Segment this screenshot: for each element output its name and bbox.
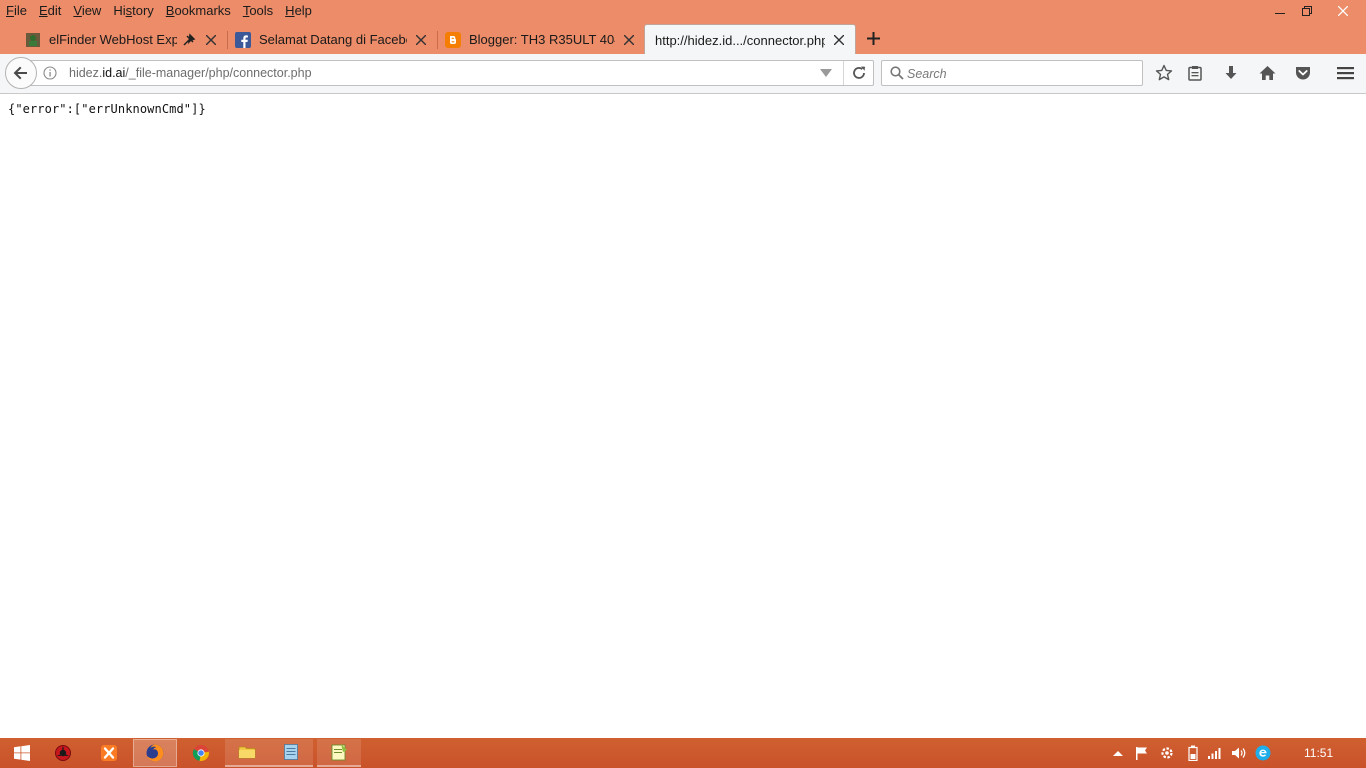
flag-icon [1136, 747, 1147, 760]
battery-icon-glyph [1188, 745, 1198, 761]
downloads-button[interactable] [1219, 62, 1243, 84]
action-center-icon[interactable] [1134, 745, 1150, 761]
firefox-icon [146, 744, 164, 762]
blogger-icon [445, 31, 461, 48]
taskbar-app-notepadplusplus[interactable] [317, 739, 361, 767]
url-bar[interactable]: hidez.id.ai/_file-manager/php/connector.… [22, 60, 874, 86]
minimize-button[interactable] [1266, 0, 1293, 21]
window-controls [1266, 0, 1366, 21]
taskbar-app-chrome[interactable] [179, 739, 223, 767]
back-button[interactable] [5, 57, 37, 89]
hamburger-menu-icon [1336, 67, 1354, 80]
navigation-toolbar: hidez.id.ai/_file-manager/php/connector.… [0, 54, 1366, 94]
clipboard-icon [1188, 66, 1202, 81]
elfinder-icon [25, 32, 41, 48]
show-hidden-icons-button[interactable] [1110, 745, 1126, 761]
home-button[interactable] [1255, 62, 1279, 84]
menu-help[interactable]: Help [279, 1, 318, 21]
page-content: {"error":["errUnknownCmd"]} [0, 95, 1366, 738]
chrome-icon [192, 745, 210, 762]
close-icon [206, 34, 216, 45]
windows-logo-icon [14, 745, 30, 761]
close-tab-button[interactable] [831, 32, 847, 48]
tab-blogger[interactable]: Blogger: TH3 R35ULT 404 ... [437, 25, 645, 54]
tab-facebook[interactable]: Selamat Datang di Facebo... [227, 25, 438, 54]
signal-bars-icon [1208, 748, 1221, 759]
new-tab-button[interactable] [862, 27, 884, 49]
menu-items: File Edit View History Bookmarks Tools H… [0, 0, 318, 21]
close-tab-button[interactable] [413, 32, 429, 48]
site-info-icon[interactable] [43, 66, 57, 80]
tab-elfinder[interactable]: elFinder WebHost Expl... [17, 25, 228, 54]
json-response-text: {"error":["errUnknownCmd"]} [8, 102, 206, 116]
tray-app-e-icon[interactable] [1255, 745, 1271, 761]
windows-taskbar: 11:51 [0, 738, 1366, 768]
close-tab-button[interactable] [203, 32, 219, 48]
taskbar-app-file-explorer[interactable] [225, 739, 269, 767]
start-button[interactable] [0, 739, 44, 767]
menu-edit[interactable]: Edit [33, 1, 67, 21]
download-arrow-icon [1225, 66, 1237, 79]
pocket-button[interactable] [1291, 62, 1315, 84]
tray-sync-icon[interactable] [1159, 745, 1175, 761]
reload-button[interactable] [843, 61, 874, 85]
security-app-icon [55, 745, 71, 761]
search-icon [890, 66, 904, 80]
close-icon [624, 34, 634, 45]
search-bar[interactable] [881, 60, 1143, 86]
star-icon [1155, 64, 1173, 81]
menu-history[interactable]: History [107, 1, 159, 21]
close-window-button[interactable] [1320, 0, 1366, 21]
bookmark-star-button[interactable] [1152, 62, 1176, 84]
taskbar-app-security[interactable] [41, 739, 85, 767]
minimize-icon [1274, 12, 1285, 14]
pin-icon [181, 32, 197, 48]
home-icon [1259, 66, 1275, 80]
battery-icon[interactable] [1185, 745, 1201, 761]
search-input[interactable] [907, 65, 1137, 82]
pocket-icon [1296, 67, 1310, 80]
speaker-icon [1232, 747, 1246, 759]
menu-bar: File Edit View History Bookmarks Tools H… [0, 0, 1366, 21]
menu-bookmarks[interactable]: Bookmarks [160, 1, 237, 21]
taskbar-clock[interactable]: 11:51 [1304, 746, 1333, 760]
browser-e-icon [1255, 745, 1271, 761]
close-icon [834, 35, 844, 45]
back-arrow-icon [13, 66, 27, 80]
folder-icon [238, 746, 256, 759]
chevron-up-icon [1113, 751, 1123, 756]
plus-icon [866, 31, 880, 45]
facebook-icon [235, 31, 251, 48]
network-signal-icon[interactable] [1207, 745, 1223, 761]
reload-icon [853, 66, 865, 79]
url-history-dropdown-icon[interactable] [820, 68, 832, 78]
gear-icon [1161, 747, 1173, 759]
taskbar-app-xampp[interactable] [87, 739, 131, 767]
tab-strip: elFinder WebHost Expl... Selamat Datang … [0, 21, 1366, 55]
volume-icon[interactable] [1231, 745, 1247, 761]
close-tab-button[interactable] [621, 32, 637, 48]
menu-file[interactable]: File [0, 1, 33, 21]
url-text[interactable]: hidez.id.ai/_file-manager/php/connector.… [69, 66, 312, 80]
taskbar-app-firefox[interactable] [133, 739, 177, 767]
xampp-icon [101, 745, 117, 761]
taskbar-app-notepad[interactable] [269, 739, 313, 767]
open-menu-button[interactable] [1333, 62, 1357, 84]
notepad-icon [284, 744, 298, 760]
notepad-plus-plus-icon [331, 744, 347, 761]
bookmarks-library-button[interactable] [1183, 62, 1207, 84]
restore-button[interactable] [1293, 0, 1320, 21]
close-icon [1338, 5, 1348, 16]
close-icon [416, 34, 426, 45]
restore-icon [1301, 5, 1312, 16]
menu-view[interactable]: View [67, 1, 107, 21]
menu-tools[interactable]: Tools [237, 1, 279, 21]
tab-connector-active[interactable]: http://hidez.id.../connector.php [644, 24, 856, 55]
